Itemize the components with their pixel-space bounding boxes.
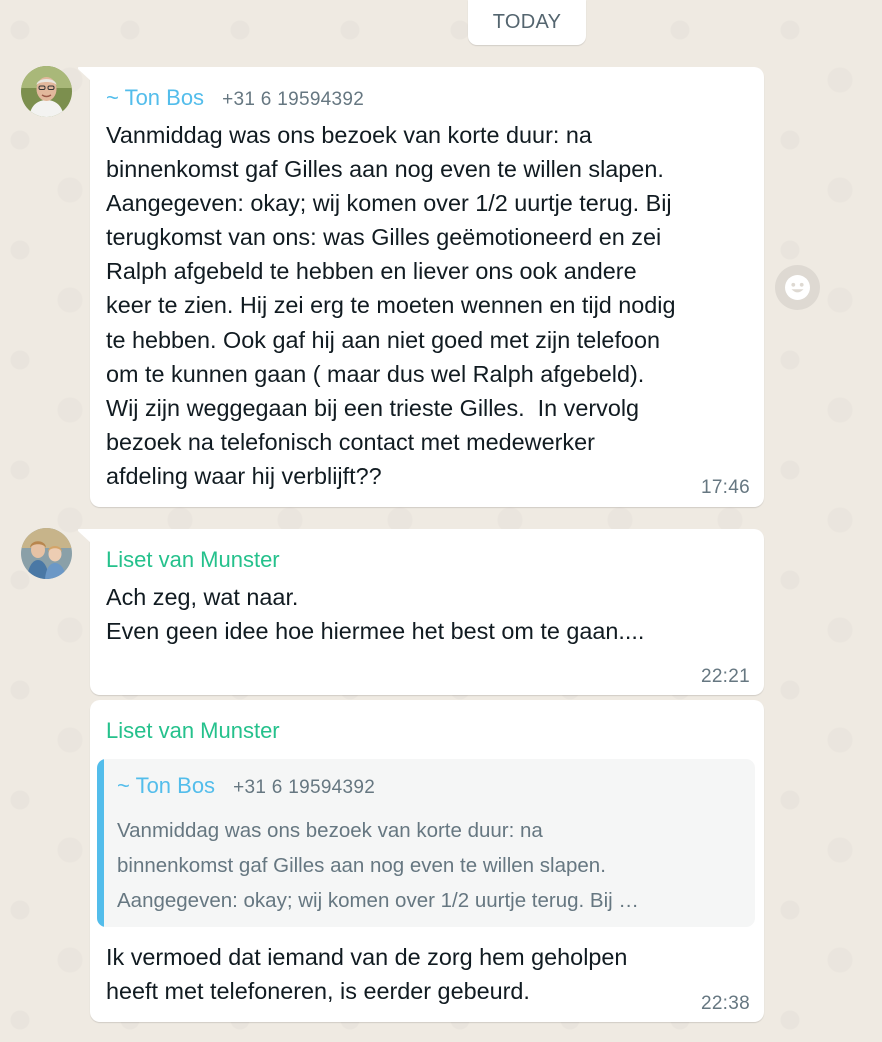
bubble-tail: [78, 529, 91, 543]
sender-phone: +31 6 19594392: [222, 89, 365, 110]
avatar-ton-bos[interactable]: [21, 66, 72, 117]
message-text: Vanmiddag was ons bezoek van korte duur:…: [106, 122, 676, 489]
avatar-liset-van-munster[interactable]: [21, 528, 72, 579]
message-bubble[interactable]: Liset van Munster Ach zeg, wat naar. Eve…: [78, 529, 764, 695]
quoted-sender-name: ~ Ton Bos: [117, 773, 216, 798]
message-text: Ik vermoed dat iemand van de zorg hem ge…: [106, 944, 628, 1005]
quoted-sender-row: ~ Ton Bos +31 6 19594392: [117, 773, 375, 799]
message-time: 22:21: [700, 666, 750, 687]
sender-name[interactable]: Liset van Munster: [106, 547, 280, 573]
message-time: 17:46: [700, 477, 750, 498]
message-text: Ach zeg, wat naar. Even geen idee hoe hi…: [106, 584, 645, 645]
quoted-message[interactable]: ~ Ton Bos +31 6 19594392 Vanmiddag was o…: [97, 759, 755, 927]
message-bubble[interactable]: Liset van Munster ~ Ton Bos +31 6 195943…: [90, 700, 764, 1022]
emoji-reaction-icon: [785, 275, 810, 300]
sender-row: ~ Ton Bos +31 6 19594392: [106, 85, 364, 111]
bubble-tail: [78, 67, 91, 81]
message-bubble[interactable]: ~ Ton Bos +31 6 19594392 Vanmiddag was o…: [78, 67, 764, 507]
quoted-text: Vanmiddag was ons bezoek van korte duur:…: [117, 819, 639, 912]
sender-row: Liset van Munster: [106, 718, 280, 744]
quoted-sender-phone: +31 6 19594392: [233, 777, 376, 798]
quote-accent-bar: [97, 759, 104, 927]
emoji-reaction-button[interactable]: [775, 265, 820, 310]
message-time: 22:38: [700, 993, 750, 1014]
date-divider: TODAY: [468, 0, 586, 45]
sender-row: Liset van Munster: [106, 547, 280, 573]
sender-name[interactable]: ~ Ton Bos: [106, 85, 204, 111]
sender-name[interactable]: Liset van Munster: [106, 718, 280, 744]
